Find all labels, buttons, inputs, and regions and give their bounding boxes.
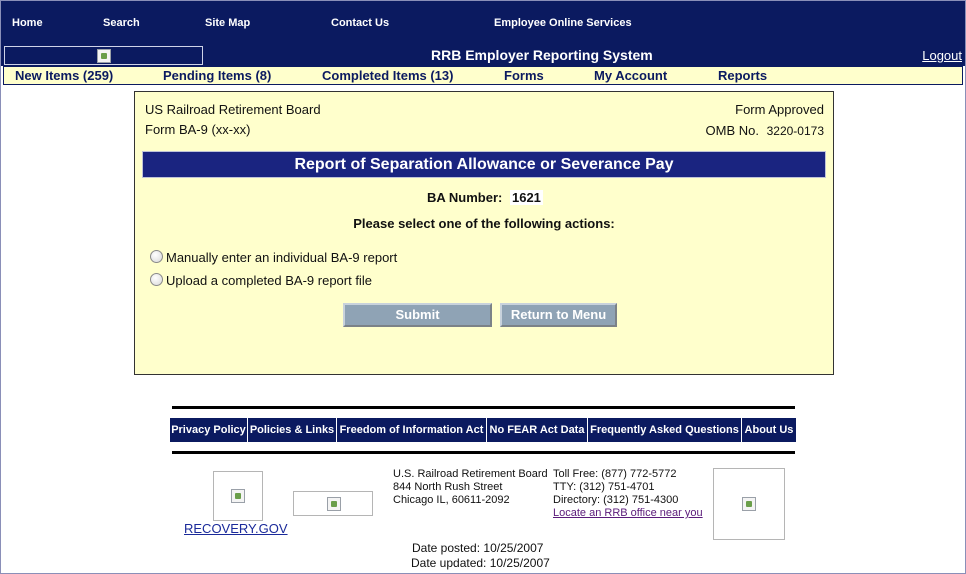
address-line-2: 844 North Rush Street [393,481,503,493]
nav-sitemap-link[interactable]: Site Map [205,17,250,29]
footer-rule-bottom [172,451,795,454]
date-updated-label: Date updated: [411,556,487,570]
ba-number-label: BA Number: [427,190,503,205]
date-posted-value: 10/25/2007 [483,541,544,555]
form-approved: Form Approved [735,102,824,117]
manual-entry-radio[interactable] [150,250,163,263]
ba9-form-panel: US Railroad Retirement Board Form BA-9 (… [134,91,834,375]
footer-policies-link[interactable]: Policies & Links [248,418,337,442]
footer-address: U.S. Railroad Retirement Board 844 North… [393,468,548,507]
main-menu: New Items (259) Pending Items (8) Comple… [3,66,963,85]
action-prompt: Please select one of the following actio… [353,216,615,231]
date-updated-value: 10/25/2007 [489,556,550,570]
omb-number-row: OMB No. 3220-0173 [706,123,824,138]
submit-button[interactable]: Submit [343,303,492,327]
phone-directory: Directory: (312) 751-4300 [553,494,679,506]
broken-image-icon [97,49,111,63]
nav-search-link[interactable]: Search [103,17,140,29]
ba-number-row: BA Number: 1621 [427,190,543,205]
phone-tollfree: Toll Free: (877) 772-5772 [553,468,677,480]
footer-privacy-link[interactable]: Privacy Policy [170,418,248,442]
top-nav: Home Search Site Map Contact Us Employee… [1,1,965,44]
nav-employee-services-link[interactable]: Employee Online Services [494,17,632,29]
upload-file-label: Upload a completed BA-9 report file [166,273,372,288]
menu-pending-items[interactable]: Pending Items (8) [163,68,271,83]
date-updated-row: Date updated: 10/25/2007 [411,556,550,570]
form-title: Report of Separation Allowance or Severa… [294,156,674,173]
manual-entry-label: Manually enter an individual BA-9 report [166,250,398,265]
menu-reports[interactable]: Reports [718,68,767,83]
phone-tty: TTY: (312) 751-4701 [553,481,655,493]
footer-faq-link[interactable]: Frequently Asked Questions [588,418,742,442]
footer-phones: Toll Free: (877) 772-5772 TTY: (312) 751… [553,468,703,520]
menu-my-account[interactable]: My Account [594,68,667,83]
footer-nofear-link[interactable]: No FEAR Act Data [487,418,588,442]
omb-label: OMB No. [705,123,759,138]
omb-number: 3220-0173 [766,124,824,138]
date-posted-label: Date posted: [412,541,481,555]
logout-link[interactable]: Logout [922,48,962,63]
nav-contact-link[interactable]: Contact Us [331,17,389,29]
address-line-1: U.S. Railroad Retirement Board [393,468,548,480]
footer-rule-top [172,406,795,409]
return-to-menu-button[interactable]: Return to Menu [500,303,617,327]
broken-image-icon [327,497,341,511]
system-title: RRB Employer Reporting System [431,47,653,63]
menu-new-items[interactable]: New Items (259) [15,68,113,83]
locate-office-link[interactable]: Locate an RRB office near you [553,507,703,520]
recovery-gov-link[interactable]: RECOVERY.GOV [184,521,288,536]
logo-placeholder [4,46,203,65]
badge-image-placeholder[interactable] [293,491,373,516]
date-posted-row: Date posted: 10/25/2007 [412,541,543,555]
upload-file-radio[interactable] [150,273,163,286]
footer-about-link[interactable]: About Us [742,418,797,442]
recovery-logo-placeholder[interactable] [213,471,263,521]
agency-name: US Railroad Retirement Board [145,102,321,117]
nav-home-link[interactable]: Home [12,17,43,29]
menu-completed-items[interactable]: Completed Items (13) [322,68,453,83]
footer-foia-link[interactable]: Freedom of Information Act [337,418,487,442]
broken-image-icon [231,489,245,503]
form-title-bar: Report of Separation Allowance or Severa… [142,151,826,178]
ba-number-value: 1621 [509,190,543,205]
menu-forms[interactable]: Forms [504,68,544,83]
title-bar: RRB Employer Reporting System Logout [1,44,965,66]
seal-image-placeholder[interactable] [713,468,785,540]
address-line-3: Chicago IL, 60611-2092 [393,494,510,506]
form-id: Form BA-9 (xx-xx) [145,122,251,137]
broken-image-icon [742,497,756,511]
